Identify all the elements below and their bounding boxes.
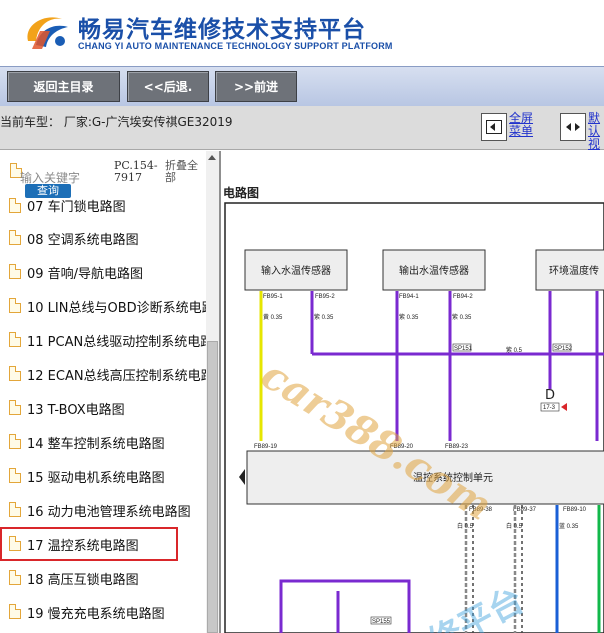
collapse-all-link[interactable]: 折叠全部 [165, 160, 203, 184]
splice-label: SP152 [554, 346, 573, 352]
connector-d-label: D [545, 388, 555, 403]
tree-item-19[interactable]: 19 慢充充电系统电路图 [0, 595, 205, 629]
nav-bar: 返回主目录 <<后退. >>前进 [0, 66, 604, 106]
tree-item-label: 09 音响/导航电路图 [27, 267, 144, 282]
tree-item-09[interactable]: 09 音响/导航电路图 [0, 255, 205, 289]
wire-label: 紫 0.5 [506, 346, 523, 354]
tree-item-17-selected[interactable]: 17 温控系统电路图 [0, 527, 178, 561]
document-icon [9, 400, 21, 415]
ambient-sensor-label: 环境温度传 [549, 264, 599, 277]
splice-label: SP155 [372, 619, 391, 625]
brand-title: 畅易汽车维修技术支持平台 [78, 17, 366, 43]
document-icon [9, 264, 21, 279]
pin-label: FB95-1 [263, 294, 283, 300]
wire-label: 蓝 0.35 [559, 522, 579, 530]
tree-item-16[interactable]: 16 动力电池管理系统电路图 [0, 493, 205, 527]
info-bar: 当前车型： 厂家:G-广汽埃安传祺GE32019 全屏 菜单 默认 视图 [0, 106, 604, 164]
tree-item-label: 07 车门锁电路图 [27, 200, 126, 215]
tree-item-15[interactable]: 15 驱动电机系统电路图 [0, 459, 205, 493]
pin-label: FB89-19 [254, 444, 278, 450]
pin-label: FB95-2 [315, 294, 335, 300]
reference-label: 17-3 [543, 405, 556, 411]
document-icon [9, 604, 21, 619]
document-icon [9, 366, 21, 381]
tree-item-08[interactable]: 08 空调系统电路图 [0, 221, 205, 255]
tree-item-label: 13 T-BOX电路图 [27, 403, 125, 418]
outlet-sensor-label: 输出水温传感器 [399, 264, 469, 277]
forward-button[interactable]: >>前进 [215, 71, 297, 102]
document-icon [9, 536, 21, 551]
app-window: 畅易汽车维修技术支持平台 CHANG YI AUTO MAINTENANCE T… [0, 0, 604, 633]
scroll-up-icon[interactable] [208, 155, 216, 160]
tree-item-label: 14 整车控制系统电路图 [27, 437, 165, 452]
brand-logo-icon [27, 17, 68, 49]
tree-item-11[interactable]: 11 PCAN总线驱动控制系统电路 [0, 323, 213, 357]
tree-item-label: 17 温控系统电路图 [27, 539, 139, 554]
pin-label: FB94-2 [453, 294, 473, 300]
sidebar-tree: 输入关键字 查询 PC.154-7917 折叠全部 07 车门锁电路图 08 空… [0, 151, 221, 633]
document-icon [9, 502, 21, 517]
default-view-icon[interactable] [560, 113, 586, 141]
document-code: PC.154-7917 [114, 159, 158, 184]
fullscreen-sub: 菜单 [509, 124, 534, 138]
document-icon [9, 570, 21, 585]
fullscreen-icon[interactable] [481, 113, 507, 141]
home-button[interactable]: 返回主目录 [7, 71, 120, 102]
tree-item-10[interactable]: 10 LIN总线与OBD诊断系统电路 [0, 289, 215, 323]
tree-item-label: 08 空调系统电路图 [27, 233, 139, 248]
pin-label: FB89-37 [513, 507, 537, 513]
search-area: 输入关键字 查询 [6, 157, 110, 198]
scroll-thumb[interactable] [207, 341, 218, 633]
wire-label: 黄 0.35 [263, 313, 283, 321]
brand-header: 畅易汽车维修技术支持平台 CHANG YI AUTO MAINTENANCE T… [0, 0, 604, 66]
pin-label: FB89-23 [445, 444, 469, 450]
tree-item-label: 16 动力电池管理系统电路图 [27, 505, 191, 520]
tree-item-label: 19 慢充充电系统电路图 [27, 607, 165, 622]
pin-label: FB89-10 [563, 507, 587, 513]
tree-item-18[interactable]: 18 高压互锁电路图 [0, 561, 205, 595]
tree-item-label: 18 高压互锁电路图 [27, 573, 139, 588]
tree-item-label: 12 ECAN总线高压控制系统电路 [27, 369, 214, 384]
default-label: 默认 [588, 111, 601, 138]
document-icon [9, 298, 21, 313]
document-icon [9, 434, 21, 449]
wire-label: 紫 0.35 [452, 313, 472, 321]
brand-subtitle: CHANG YI AUTO MAINTENANCE TECHNOLOGY SUP… [78, 41, 393, 51]
wire-label: 紫 0.35 [314, 313, 334, 321]
inlet-sensor-label: 输入水温传感器 [261, 264, 331, 277]
tree-item-12[interactable]: 12 ECAN总线高压控制系统电路 [0, 357, 214, 391]
wire-label: 紫 0.35 [399, 313, 419, 321]
tree-item-14[interactable]: 14 整车控制系统电路图 [0, 425, 205, 459]
wire-label: 白 0.5 [506, 522, 523, 530]
wiring-diagram-panel: 电路图 输入水温传感器 输出水温传感器 环境温度传 FB95-1 FB95-2 … [223, 151, 604, 633]
document-icon [9, 468, 21, 483]
fullscreen-menu-link[interactable]: 全屏 菜单 [509, 112, 533, 138]
tree-item-label: 10 LIN总线与OBD诊断系统电路 [27, 301, 215, 316]
pin-label: FB94-1 [399, 294, 419, 300]
current-vehicle: 当前车型： 厂家:G-广汽埃安传祺GE32019 [0, 115, 233, 129]
tree-item-label: 15 驱动电机系统电路图 [27, 471, 165, 486]
document-icon [9, 230, 21, 245]
document-icon [9, 332, 21, 347]
document-icon [9, 198, 21, 213]
tree-item-label: 11 PCAN总线驱动控制系统电路 [27, 335, 214, 350]
tree-item-13[interactable]: 13 T-BOX电路图 [0, 391, 205, 425]
splice-label: SP151 [454, 346, 473, 352]
back-button[interactable]: <<后退. [127, 71, 209, 102]
